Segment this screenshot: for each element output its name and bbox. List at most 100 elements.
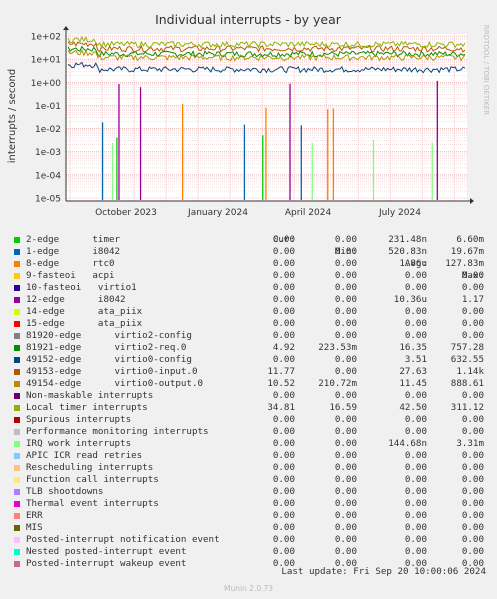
legend-max: 0.00 <box>461 486 484 497</box>
legend-max: 632.55 <box>450 354 484 365</box>
legend-swatch <box>14 525 20 531</box>
legend-row: Posted-interrupt notification event 0.00 0… <box>12 534 484 546</box>
x-axis-ticks: October 2023 January 2024 April 2024 July 2… <box>95 208 421 218</box>
legend-min: 0.00 <box>334 414 357 425</box>
legend-row: Non-maskable interrupts 0.00 0.00 0.00 0.00 <box>12 390 484 402</box>
x-tick-label: April 2024 <box>285 208 332 218</box>
legend-swatch <box>14 345 20 351</box>
legend-label: 1-edge i8042 <box>26 246 121 257</box>
legend-row: 10-fasteoi virtio1 0.00 0.00 0.00 0.00 <box>12 282 484 294</box>
legend-swatch <box>14 417 20 423</box>
legend-row: 15-edge ata_piix 0.00 0.00 0.00 0.00 <box>12 318 484 330</box>
legend-min: 0.00 <box>334 330 357 341</box>
legend-swatch <box>14 273 20 279</box>
legend-max: 0.00 <box>461 462 484 473</box>
munin-version: Munin 2.0.73 <box>223 584 274 593</box>
legend-max: 0.00 <box>461 474 484 485</box>
legend-swatch <box>14 501 20 507</box>
legend-row: Nested posted-interrupt event 0.00 0.00 0.0… <box>12 546 484 558</box>
y-axis-label: interrupts / second <box>7 69 18 163</box>
legend-max: 0.00 <box>461 546 484 557</box>
legend-label: TLB shootdowns <box>26 486 104 497</box>
legend-label: Spurious interrupts <box>26 414 132 425</box>
legend-min: 0.00 <box>334 546 357 557</box>
legend-max: 19.67m <box>450 246 484 257</box>
legend-max: 0.00 <box>461 534 484 545</box>
legend-label: 49154-edge virtio0-output.0 <box>26 378 204 389</box>
legend-swatch <box>14 405 20 411</box>
legend-min: 0.00 <box>334 234 357 245</box>
legend-swatch <box>14 453 20 459</box>
legend-swatch <box>14 357 20 363</box>
legend-min: 0.00 <box>334 498 357 509</box>
legend-row: 49154-edge virtio0-output.0 10.52 210.72m 1… <box>12 378 484 390</box>
legend-header: Cur: Min: Avg: Max: <box>12 222 484 281</box>
legend-label: Function call interrupts <box>26 474 159 485</box>
legend-swatch <box>14 369 20 375</box>
legend-label: Posted-interrupt notification event <box>26 534 220 545</box>
legend-swatch <box>14 261 20 267</box>
legend-label: APIC ICR read retries <box>26 450 143 461</box>
legend-max: 1.17 <box>461 294 484 305</box>
legend-swatch <box>14 309 20 315</box>
legend-label: 12-edge i8042 <box>26 294 126 305</box>
legend-min: 0.00 <box>334 246 357 257</box>
legend-label: Performance monitoring interrupts <box>26 426 209 437</box>
legend-max: 0.00 <box>461 306 484 317</box>
x-tick-label: January 2024 <box>187 208 248 218</box>
legend-min: 0.00 <box>334 534 357 545</box>
legend-swatch <box>14 489 20 495</box>
legend-swatch <box>14 537 20 543</box>
legend-max: 0.00 <box>461 282 484 293</box>
legend-min: 0.00 <box>334 486 357 497</box>
legend-max: 0.00 <box>461 414 484 425</box>
y-tick-label: 1e-02 <box>35 125 61 135</box>
legend-row: 81920-edge virtio2-config 0.00 0.00 0.00 0.0… <box>12 330 484 342</box>
legend-min: 0.00 <box>334 294 357 305</box>
legend-label: 81921-edge virtio2-req.0 <box>26 342 187 353</box>
legend-row: APIC ICR read retries 0.00 0.00 0.00 0.00 <box>12 450 484 462</box>
legend-max: 127.83m <box>445 258 484 269</box>
last-update: Last update: Fri Sep 20 10:00:06 2024 <box>281 566 486 577</box>
y-tick-label: 1e+00 <box>31 79 62 89</box>
legend-swatch <box>14 549 20 555</box>
legend-label: Nested posted-interrupt event <box>26 546 187 557</box>
legend-label: ERR <box>26 510 43 521</box>
legend-max: 311.12 <box>450 402 484 413</box>
legend-max: 0.00 <box>461 390 484 401</box>
legend-row: Rescheduling interrupts 0.00 0.00 0.00 0.00 <box>12 462 484 474</box>
legend-row: 81921-edge virtio2-req.0 4.92 223.53m 16.35… <box>12 342 484 354</box>
legend-label: MIS <box>26 522 43 533</box>
legend-min: 0.00 <box>334 390 357 401</box>
y-axis-ticks: 1e+02 1e+01 1e+00 1e-01 1e-02 1e-03 1e-04 1e-05 <box>31 33 62 205</box>
legend-min: 0.00 <box>334 522 357 533</box>
legend-label: 2-edge timer <box>26 234 121 245</box>
legend-max: 0.00 <box>461 510 484 521</box>
legend-label: Thermal event interrupts <box>26 498 159 509</box>
legend-row: Performance monitoring interrupts 0.00 0.0… <box>12 426 484 438</box>
legend-row: IRQ work interrupts 0.00 0.00 144.68n 3.31m <box>12 438 484 450</box>
legend-swatch <box>14 441 20 447</box>
legend-row: 49152-edge virtio0-config 0.00 0.00 3.51 632… <box>12 354 484 366</box>
legend-row: 12-edge i8042 0.00 0.00 10.36u 1.17 <box>12 294 484 306</box>
legend-label: 49152-edge virtio0-config <box>26 354 192 365</box>
legend-label: 14-edge ata_piix <box>26 306 143 317</box>
legend-min: 0.00 <box>334 474 357 485</box>
legend-max: 888.61 <box>450 378 484 389</box>
legend-min: 0.00 <box>334 366 357 377</box>
legend-min: 16.59 <box>329 402 357 413</box>
legend-row: Function call interrupts 0.00 0.00 0.00 0.00 <box>12 474 484 486</box>
legend-max: 0.00 <box>461 426 484 437</box>
legend-swatch <box>14 393 20 399</box>
legend-min: 0.00 <box>334 462 357 473</box>
legend-max: 0.00 <box>461 498 484 509</box>
legend-min: 0.00 <box>334 306 357 317</box>
x-tick-label: July 2024 <box>378 208 421 218</box>
legend-min: 223.53m <box>318 342 357 353</box>
legend-row: 14-edge ata_piix 0.00 0.00 0.00 0.00 <box>12 306 484 318</box>
legend-swatch <box>14 285 20 291</box>
y-tick-label: 1e+01 <box>31 56 61 66</box>
legend-min: 0.00 <box>334 450 357 461</box>
legend-max: 0.00 <box>461 522 484 533</box>
legend-label: 9-fasteoi acpi <box>26 270 115 281</box>
